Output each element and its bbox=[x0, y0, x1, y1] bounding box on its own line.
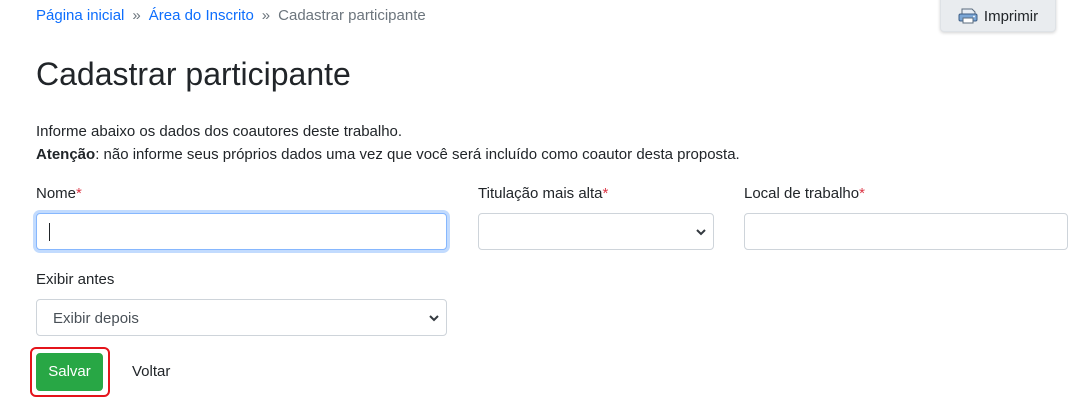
exibir-label: Exibir antes bbox=[36, 271, 115, 288]
breadcrumb: Página inicial » Área do Inscrito » Cada… bbox=[36, 6, 426, 26]
titulacao-select[interactable] bbox=[478, 213, 714, 250]
attention-line: Atenção: não informe seus próprios dados… bbox=[36, 143, 740, 166]
printer-icon bbox=[958, 8, 978, 24]
page-title: Cadastrar participante bbox=[36, 56, 351, 92]
breadcrumb-separator: » bbox=[261, 7, 271, 24]
required-mark: * bbox=[602, 185, 609, 202]
text-cursor bbox=[49, 223, 50, 241]
nome-label: Nome* bbox=[36, 185, 82, 202]
breadcrumb-area-link[interactable]: Área do Inscrito bbox=[149, 6, 254, 26]
chevron-down-icon bbox=[696, 229, 706, 236]
attention-text: : não informe seus próprios dados uma ve… bbox=[95, 146, 740, 163]
nome-input[interactable] bbox=[36, 213, 447, 250]
breadcrumb-separator: » bbox=[132, 7, 141, 24]
print-button[interactable]: Imprimir bbox=[940, 0, 1056, 32]
back-button[interactable]: Voltar bbox=[132, 362, 170, 382]
exibir-select[interactable]: Exibir depois bbox=[36, 299, 447, 336]
local-label: Local de trabalho* bbox=[744, 185, 865, 202]
info-text: Informe abaixo os dados dos coautores de… bbox=[36, 120, 740, 166]
info-line: Informe abaixo os dados dos coautores de… bbox=[36, 123, 403, 140]
titulacao-label: Titulação mais alta* bbox=[478, 185, 609, 202]
chevron-down-icon bbox=[429, 315, 439, 322]
required-mark: * bbox=[859, 185, 865, 202]
required-mark: * bbox=[76, 185, 82, 202]
local-input[interactable] bbox=[744, 213, 1068, 250]
attention-label: Atenção bbox=[36, 146, 96, 163]
save-button[interactable]: Salvar bbox=[36, 353, 103, 391]
exibir-value: Exibir depois bbox=[53, 310, 139, 327]
print-label: Imprimir bbox=[983, 7, 1039, 25]
page: Página inicial » Área do Inscrito » Cada… bbox=[0, 0, 1091, 402]
breadcrumb-current: Cadastrar participante bbox=[278, 7, 426, 24]
breadcrumb-home-link[interactable]: Página inicial bbox=[36, 6, 124, 26]
